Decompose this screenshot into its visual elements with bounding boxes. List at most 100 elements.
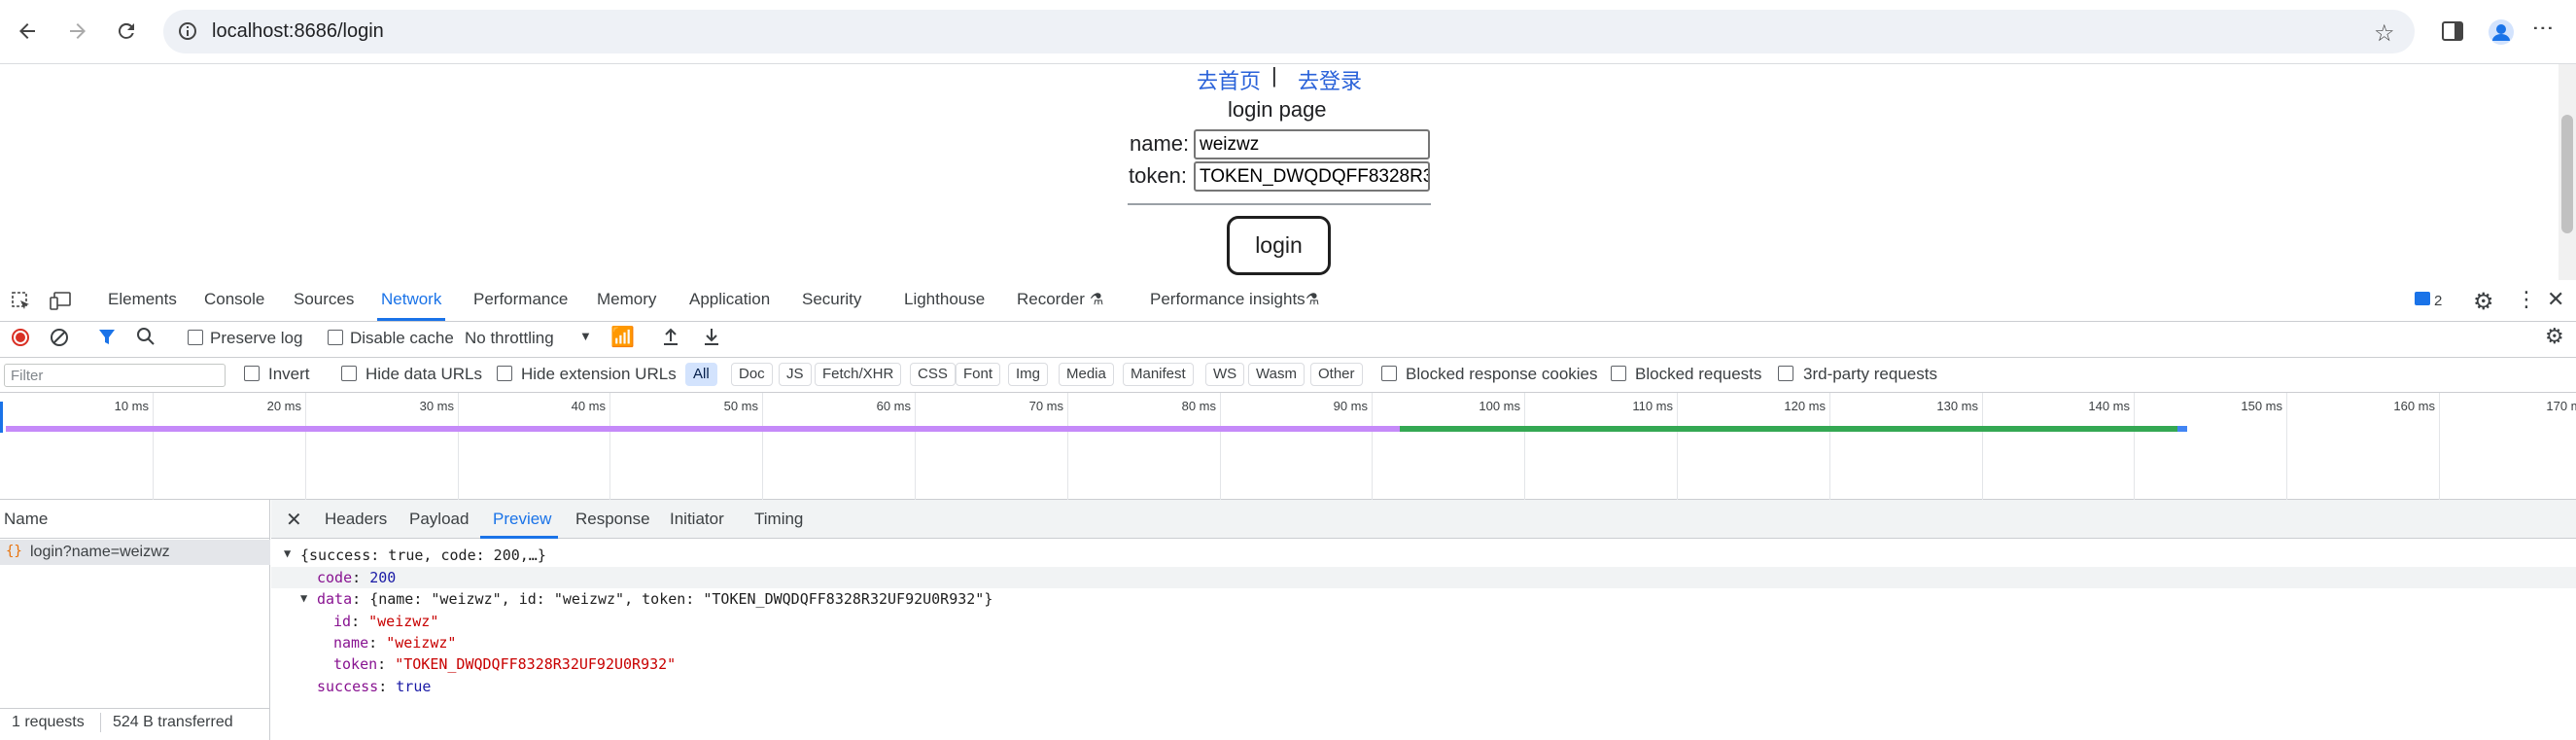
toolbar-divider	[1, 321, 2, 357]
hide-extension-urls-checkbox[interactable]	[497, 366, 512, 381]
network-conditions-icon[interactable]: 📶	[610, 325, 635, 349]
token-input[interactable]: TOKEN_DWQDQFF8328R32UF92U0R932	[1194, 161, 1430, 192]
forward-icon[interactable]	[58, 12, 97, 51]
flask-icon: ⚗	[1305, 292, 1320, 308]
tab-timing[interactable]: Timing	[754, 510, 803, 529]
profile-avatar-icon[interactable]	[2489, 19, 2514, 50]
type-filter-ws[interactable]: WS	[1205, 363, 1245, 386]
type-filter-css[interactable]: CSS	[910, 363, 956, 386]
active-detail-tab-indicator	[480, 536, 558, 539]
site-info-icon[interactable]	[178, 21, 197, 46]
close-detail-icon[interactable]: ✕	[286, 508, 302, 532]
issues-icon[interactable]	[2415, 292, 2430, 305]
json-root-summary[interactable]: {success: true, code: 200,…}	[300, 546, 546, 564]
nav-separator: |	[1271, 63, 1277, 88]
tab-initiator[interactable]: Initiator	[670, 510, 724, 529]
page-scrollbar-thumb[interactable]	[2561, 115, 2573, 233]
tab-elements[interactable]: Elements	[108, 290, 177, 309]
tab-sources[interactable]: Sources	[294, 290, 354, 309]
type-filter-all[interactable]: All	[685, 363, 717, 386]
inspect-element-icon[interactable]	[11, 291, 32, 317]
tab-application[interactable]: Application	[689, 290, 770, 309]
type-filter-media[interactable]: Media	[1059, 363, 1114, 386]
request-name[interactable]: login?name=weizwz	[30, 544, 170, 561]
reload-icon[interactable]	[107, 12, 146, 51]
preserve-log-checkbox[interactable]	[188, 330, 203, 345]
tab-network[interactable]: Network	[381, 290, 441, 309]
url-text: localhost:8686/login	[212, 20, 384, 42]
timeline-gridline	[1829, 393, 1830, 500]
tab-response[interactable]: Response	[575, 510, 650, 529]
login-button[interactable]: login	[1227, 216, 1331, 275]
name-column-header[interactable]: Name	[4, 510, 48, 529]
settings-gear-icon[interactable]: ⚙	[2473, 288, 2494, 316]
record-icon[interactable]	[12, 329, 29, 346]
name-input[interactable]: weizwz	[1194, 129, 1430, 159]
timeline-gridline	[1220, 393, 1221, 500]
throttling-select[interactable]: No throttling	[465, 329, 554, 348]
hide-data-urls-checkbox[interactable]	[341, 366, 357, 381]
tab-lighthouse[interactable]: Lighthouse	[904, 290, 985, 309]
type-filter-img[interactable]: Img	[1008, 363, 1049, 386]
menu-kebab-icon[interactable]: ⋮	[2531, 18, 2556, 39]
third-party-checkbox[interactable]	[1778, 366, 1793, 381]
third-party-label: 3rd-party requests	[1803, 365, 1937, 383]
json-value-name: "weizwz"	[386, 634, 457, 652]
tab-security[interactable]: Security	[802, 290, 861, 309]
timeline-waiting-bar	[6, 426, 1400, 432]
json-value-success: true	[396, 678, 432, 695]
token-label: token:	[1129, 163, 1187, 188]
issues-count[interactable]: 2	[2434, 293, 2442, 309]
type-filter-wasm[interactable]: Wasm	[1248, 363, 1305, 386]
type-filter-js[interactable]: JS	[779, 363, 812, 386]
blocked-requests-checkbox[interactable]	[1611, 366, 1626, 381]
timeline-tick-label: 30 ms	[419, 399, 454, 413]
back-icon[interactable]	[8, 12, 47, 51]
json-key-code-text: code	[317, 569, 353, 586]
tab-recorder[interactable]: Recorder	[1017, 290, 1085, 309]
json-value-id: "weizwz"	[368, 613, 439, 630]
tab-performance-insights[interactable]: Performance insights	[1150, 290, 1305, 309]
tab-console[interactable]: Console	[204, 290, 264, 309]
expand-root-icon[interactable]: ▼	[284, 546, 291, 560]
status-requests: 1 requests	[12, 714, 85, 730]
type-filter-manifest[interactable]: Manifest	[1123, 363, 1194, 386]
disable-cache-label: Disable cache	[350, 329, 454, 347]
expand-data-icon[interactable]: ▼	[300, 591, 307, 605]
invert-checkbox[interactable]	[244, 366, 260, 381]
timeline-tick-label: 130 ms	[1936, 399, 1978, 413]
timeline-gridline	[1372, 393, 1373, 500]
close-devtools-icon[interactable]: ✕	[2547, 287, 2564, 312]
filter-input[interactable]: Filter	[4, 364, 226, 387]
export-har-icon[interactable]	[702, 326, 721, 352]
tab-memory[interactable]: Memory	[597, 290, 656, 309]
tab-payload[interactable]: Payload	[409, 510, 469, 529]
type-filter-other[interactable]: Other	[1310, 363, 1363, 386]
timeline-gridline	[153, 393, 154, 500]
device-toolbar-icon[interactable]	[49, 291, 72, 317]
side-panel-icon[interactable]	[2442, 21, 2463, 46]
devtools-menu-icon[interactable]: ⋮	[2516, 287, 2537, 312]
tab-performance[interactable]: Performance	[473, 290, 568, 309]
filter-funnel-icon[interactable]	[97, 328, 117, 352]
type-filter-font[interactable]: Font	[956, 363, 1001, 386]
login-link[interactable]: 去登录	[1298, 64, 1362, 95]
bookmark-star-icon[interactable]: ☆	[2374, 19, 2395, 48]
chevron-down-icon[interactable]: ▼	[579, 329, 592, 343]
import-har-icon[interactable]	[661, 326, 680, 352]
json-data-row[interactable]: data: {name: "weizwz", id: "weizwz", tok…	[317, 590, 992, 608]
disable-cache-checkbox[interactable]	[328, 330, 343, 345]
timeline-gridline	[1067, 393, 1068, 500]
network-settings-gear-icon[interactable]: ⚙	[2545, 324, 2564, 349]
tab-preview[interactable]: Preview	[493, 510, 551, 529]
search-icon[interactable]	[136, 327, 156, 351]
timeline-gridline	[1524, 393, 1525, 500]
type-filter-doc[interactable]: Doc	[731, 363, 773, 386]
blocked-requests-label: Blocked requests	[1635, 365, 1762, 383]
type-filter-fetch-xhr[interactable]: Fetch/XHR	[815, 363, 902, 386]
tab-headers[interactable]: Headers	[325, 510, 387, 529]
clear-icon[interactable]	[49, 327, 70, 353]
blocked-cookies-checkbox[interactable]	[1381, 366, 1397, 381]
address-bar[interactable]	[163, 10, 2415, 53]
home-link[interactable]: 去首页	[1197, 64, 1261, 95]
